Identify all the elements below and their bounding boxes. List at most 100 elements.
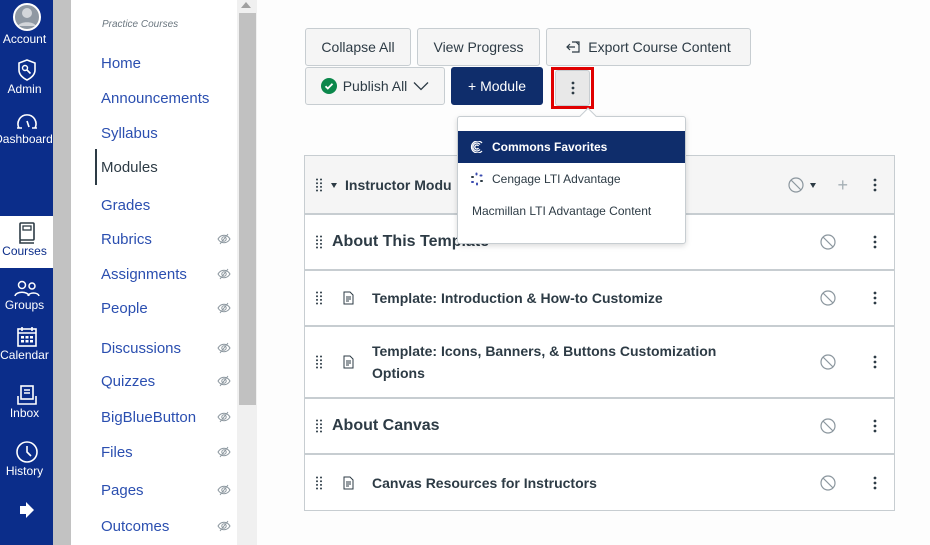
commons-icon — [470, 141, 483, 153]
drag-handle-icon[interactable] — [315, 291, 323, 305]
kebab-menu-icon — [571, 81, 574, 95]
global-nav-inbox[interactable]: Inbox — [0, 384, 53, 432]
course-nav-item-label: Discussions — [101, 339, 182, 357]
course-nav-item-label: Assignments — [101, 265, 187, 283]
item-title-link[interactable]: Canvas Resources for Instructors — [372, 472, 762, 494]
drag-handle-icon[interactable] — [315, 235, 323, 249]
course-nav-item-label: Syllabus — [101, 124, 158, 142]
module-title[interactable]: Instructor Modu — [345, 177, 452, 193]
course-nav-item-label: Pages — [101, 481, 144, 499]
course-nav-item-assignments[interactable]: Assignments — [101, 262, 237, 286]
course-nav-item-people[interactable]: People — [101, 296, 237, 320]
menu-item-macmillan[interactable]: Macmillan LTI Advantage Content — [458, 195, 685, 227]
item-kebab-icon[interactable] — [873, 476, 877, 490]
course-nav-item-label: Grades — [101, 196, 151, 214]
view-progress-button[interactable]: View Progress — [417, 28, 540, 66]
course-nav-item-pages[interactable]: Pages — [101, 478, 237, 502]
chevron-down-icon — [413, 82, 429, 91]
hidden-eye-icon — [217, 446, 231, 458]
module-item[interactable]: Template: Icons, Banners, & Buttons Cust… — [305, 326, 894, 398]
export-course-content-button[interactable]: Export Course Content — [546, 28, 751, 66]
export-icon — [566, 41, 580, 53]
hidden-eye-icon — [217, 268, 231, 280]
drag-handle-icon[interactable] — [315, 419, 323, 433]
menu-item-commons-favorites[interactable]: Commons Favorites — [458, 131, 685, 163]
scroll-thumb[interactable] — [239, 13, 256, 405]
hidden-eye-icon — [217, 411, 231, 423]
module-kebab-icon[interactable] — [873, 178, 877, 192]
more-options-button[interactable] — [555, 70, 590, 106]
hidden-eye-icon — [217, 520, 231, 532]
hidden-eye-icon — [217, 484, 231, 496]
module-item[interactable]: Canvas Resources for Instructors — [305, 454, 894, 510]
global-nav-admin[interactable]: Admin — [0, 58, 53, 102]
course-nav-item-label: People — [101, 299, 148, 317]
course-title: Practice Courses — [102, 19, 179, 30]
course-nav-item-label: Announcements — [101, 89, 210, 107]
unpublished-icon[interactable] — [820, 418, 836, 434]
drag-handle-icon[interactable] — [315, 476, 323, 490]
unpublished-icon[interactable] — [820, 290, 836, 306]
courses-book-icon — [18, 222, 35, 244]
publish-caret-icon[interactable] — [810, 182, 816, 188]
unpublished-icon[interactable] — [820, 474, 836, 491]
account-icon — [12, 3, 41, 31]
hidden-eye-icon — [217, 375, 231, 387]
course-nav-item-outcomes[interactable]: Outcomes — [101, 514, 237, 538]
course-nav-item-label: BigBlueButton — [101, 408, 197, 426]
add-module-button[interactable]: + Module — [451, 67, 543, 105]
subheader-title: About Canvas — [332, 417, 440, 434]
hidden-eye-icon — [217, 342, 231, 354]
module-subheader[interactable]: About Canvas — [305, 398, 894, 454]
course-nav-item-label: Files — [101, 443, 133, 461]
inbox-icon — [16, 385, 37, 405]
global-nav-dashboard[interactable]: Dashboard — [0, 110, 53, 208]
course-nav-item-bigbluebutton[interactable]: BigBlueButton — [101, 405, 237, 429]
admin-shield-icon — [17, 59, 36, 81]
global-nav-courses[interactable]: Courses — [0, 216, 53, 268]
more-options-menu: Commons Favorites Cengage LTI Advantage … — [457, 116, 686, 244]
course-nav-item-quizzes[interactable]: Quizzes — [101, 369, 237, 393]
course-nav-item-syllabus[interactable]: Syllabus — [101, 121, 237, 145]
page-document-icon — [343, 355, 354, 369]
hidden-eye-icon — [217, 233, 231, 245]
item-kebab-icon[interactable] — [873, 235, 877, 249]
item-kebab-icon[interactable] — [873, 355, 877, 369]
item-title-link[interactable]: Template: Introduction & How-to Customiz… — [372, 287, 762, 309]
course-nav-item-label: Outcomes — [101, 517, 170, 535]
add-item-icon[interactable]: + — [837, 176, 848, 194]
menu-item-cengage[interactable]: Cengage LTI Advantage — [458, 163, 685, 195]
course-nav-item-grades[interactable]: Grades — [101, 193, 237, 217]
hidden-eye-icon — [217, 302, 231, 314]
unpublished-icon[interactable] — [788, 176, 804, 193]
global-nav-account[interactable]: Account — [0, 2, 53, 50]
item-kebab-icon[interactable] — [873, 419, 877, 433]
collapse-module-caret-icon[interactable] — [331, 182, 337, 188]
page-document-icon — [343, 476, 354, 489]
global-nav-calendar[interactable]: Calendar — [0, 326, 53, 378]
unpublished-icon[interactable] — [820, 354, 836, 370]
course-nav-item-label: Modules — [101, 158, 158, 176]
global-nav-groups[interactable]: Groups — [0, 276, 53, 320]
course-nav-item-announcements[interactable]: Announcements — [101, 86, 237, 110]
scroll-up-arrow[interactable] — [241, 2, 251, 8]
course-nav-item-files[interactable]: Files — [101, 440, 237, 464]
course-nav-item-home[interactable]: Home — [101, 51, 237, 75]
published-check-icon — [320, 78, 337, 94]
course-nav-item-label: Home — [101, 54, 142, 72]
cengage-icon — [471, 172, 483, 186]
collapse-all-button[interactable]: Collapse All — [305, 28, 411, 66]
item-title-link[interactable]: Template: Icons, Banners, & Buttons Cust… — [372, 340, 762, 384]
drag-handle-icon[interactable] — [315, 355, 323, 369]
module-item[interactable]: Template: Introduction & How-to Customiz… — [305, 270, 894, 326]
item-kebab-icon[interactable] — [873, 291, 877, 305]
course-nav-item-rubrics[interactable]: Rubrics — [101, 227, 237, 251]
course-nav-item-discussions[interactable]: Discussions — [101, 336, 237, 360]
drag-handle-icon[interactable] — [315, 178, 323, 192]
global-nav-history[interactable]: History — [0, 440, 53, 490]
course-nav-item-modules[interactable]: Modules — [95, 149, 237, 185]
publish-all-button[interactable]: Publish All — [305, 67, 445, 105]
global-nav-collapse[interactable] — [0, 500, 53, 545]
unpublished-icon[interactable] — [820, 234, 836, 250]
calendar-icon — [16, 327, 37, 347]
